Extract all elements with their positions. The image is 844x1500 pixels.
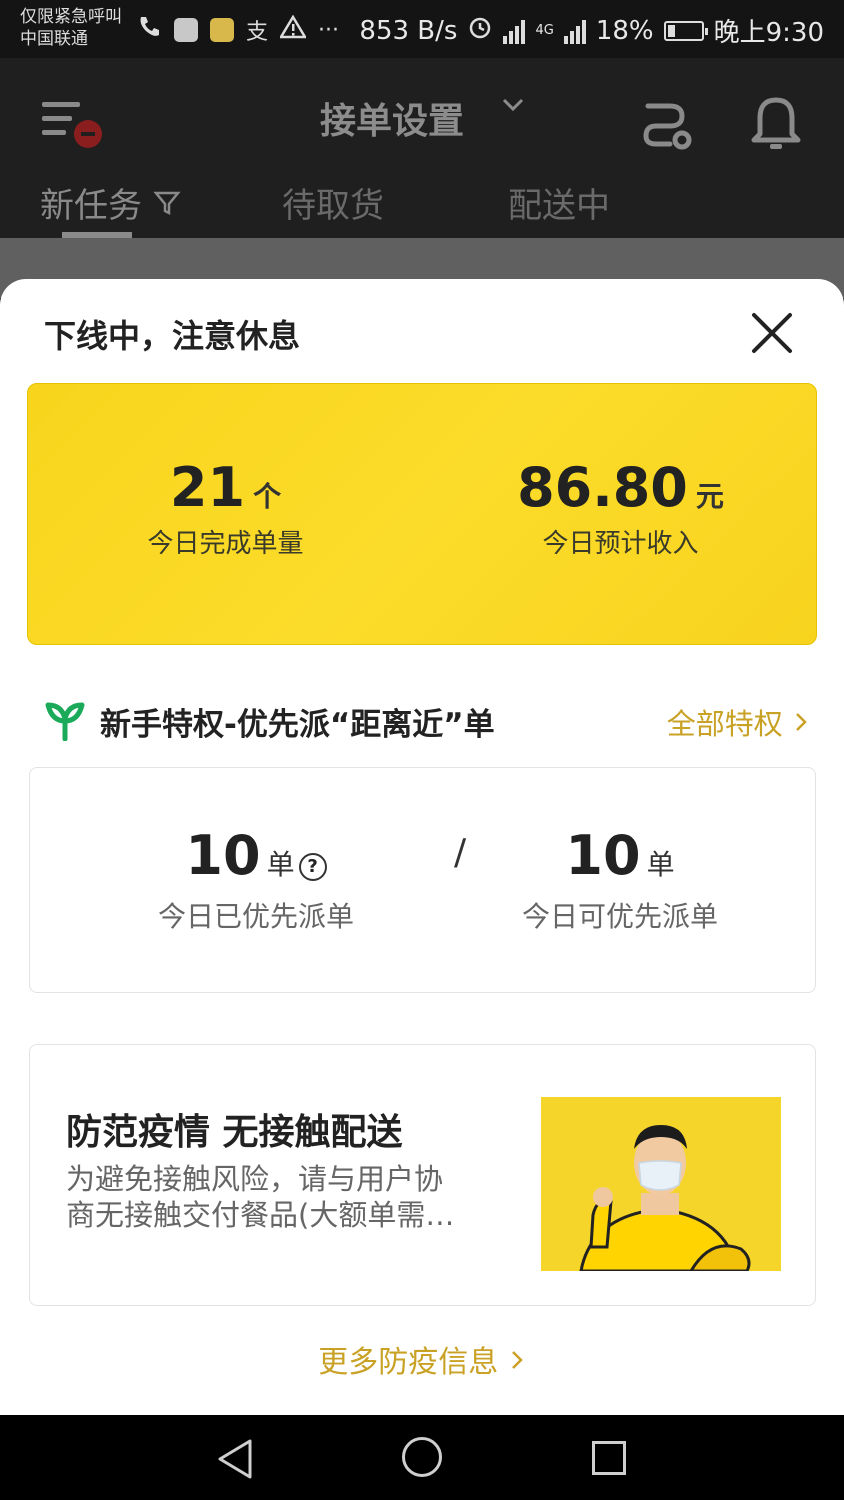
- sprout-icon: [44, 699, 86, 742]
- available-value: 10: [565, 824, 641, 887]
- signal-icon: [563, 18, 586, 44]
- status-bar: 仅限紧急呼叫 中国联通 支 ··· 853 B/s 4G 18% 晚上9:30: [0, 0, 844, 58]
- wifi-call-icon: [136, 14, 162, 46]
- more-epidemic-info-link[interactable]: 更多防疫信息: [0, 1337, 844, 1381]
- all-privileges-link[interactable]: 全部特权: [667, 701, 810, 743]
- offline-sheet: 下线中，注意休息 21 个 今日完成单量 86.80 元 今日预计收入 新手特权-优…: [0, 279, 844, 1415]
- epidemic-banner[interactable]: 防范疫情 无接触配送 为避免接触风险，请与用户协 商无接触交付餐品(大额单需…: [29, 1044, 816, 1306]
- bell-icon[interactable]: [750, 94, 802, 154]
- network-speed: 853 B/s: [359, 15, 458, 46]
- carrier-info: 仅限紧急呼叫 中国联通: [20, 6, 122, 50]
- offline-badge-icon: [74, 120, 102, 148]
- system-nav-bar: [0, 1415, 844, 1500]
- completed-orders-value: 21: [169, 456, 246, 519]
- battery-percent: 18%: [595, 15, 654, 46]
- app-notification-icon: [174, 18, 198, 42]
- clock: 晚上9:30: [713, 18, 824, 48]
- network-type-label: 4G: [535, 23, 554, 38]
- dispatched-stat: 10 单? 今日已优先派单: [86, 824, 426, 935]
- epidemic-title: 防范疫情 无接触配送: [66, 1112, 403, 1153]
- home-icon[interactable]: [402, 1437, 442, 1477]
- signal-icon: [503, 18, 526, 44]
- dispatched-unit: 单: [266, 848, 295, 881]
- dispatched-label: 今日已优先派单: [157, 900, 354, 933]
- estimated-income-stat: 86.80 元 今日预计收入: [423, 456, 818, 560]
- menu-icon[interactable]: [42, 98, 102, 148]
- tab-delivering[interactable]: 配送中: [508, 178, 610, 227]
- estimated-income-label: 今日预计收入: [542, 529, 699, 559]
- sheet-title: 下线中，注意休息: [44, 317, 301, 355]
- privilege-title: 新手特权-优先派“距离近”单: [100, 707, 495, 743]
- today-stats-card: 21 个 今日完成单量 86.80 元 今日预计收入: [27, 383, 817, 645]
- app-header: 接单设置 新任务 待取货 配送中: [0, 58, 844, 238]
- estimated-income-unit: 元: [695, 480, 724, 513]
- warning-icon: [278, 14, 308, 45]
- close-icon[interactable]: [748, 309, 796, 357]
- priority-dispatch-card: 10 单? 今日已优先派单 / 10 单 今日可优先派单: [29, 767, 816, 993]
- completed-orders-label: 今日完成单量: [147, 529, 304, 559]
- back-icon[interactable]: [214, 1437, 258, 1481]
- alarm-icon: [467, 14, 493, 47]
- battery-icon: [663, 20, 708, 41]
- status-right: 853 B/s 4G 18% 晚上9:30: [359, 12, 824, 49]
- dispatched-value: 10: [185, 824, 261, 887]
- epidemic-description: 为避免接触风险，请与用户协 商无接触交付餐品(大额单需…: [66, 1162, 455, 1232]
- task-tabs: 新任务 待取货 配送中: [0, 178, 844, 238]
- more-notifications-icon: ···: [318, 17, 339, 43]
- alipay-icon: 支: [246, 20, 269, 45]
- privilege-header: 新手特权-优先派“距离近”单 全部特权: [44, 697, 810, 743]
- carrier-line1: 仅限紧急呼叫: [20, 7, 122, 27]
- help-icon[interactable]: ?: [298, 853, 327, 881]
- completed-orders-stat: 21 个 今日完成单量: [28, 456, 423, 560]
- available-unit: 单: [646, 848, 675, 881]
- chevron-right-icon: [796, 713, 807, 731]
- chevron-down-icon[interactable]: [500, 92, 526, 125]
- app-notification-icon: [210, 18, 234, 42]
- notification-icons: 支 ···: [136, 14, 339, 46]
- courier-image: [541, 1097, 781, 1271]
- available-stat: 10 单 今日可优先派单: [450, 824, 790, 935]
- filter-icon[interactable]: [153, 189, 181, 217]
- tab-new-tasks[interactable]: 新任务: [40, 178, 181, 227]
- completed-orders-unit: 个: [253, 480, 282, 513]
- estimated-income-value: 86.80: [517, 456, 688, 519]
- available-label: 今日可优先派单: [521, 900, 718, 933]
- route-icon[interactable]: [640, 96, 696, 152]
- carrier-line2: 中国联通: [20, 29, 88, 49]
- chevron-right-icon: [511, 1351, 523, 1369]
- tab-to-pickup[interactable]: 待取货: [282, 178, 384, 227]
- header-title[interactable]: 接单设置: [320, 92, 464, 144]
- recent-apps-icon[interactable]: [592, 1441, 626, 1475]
